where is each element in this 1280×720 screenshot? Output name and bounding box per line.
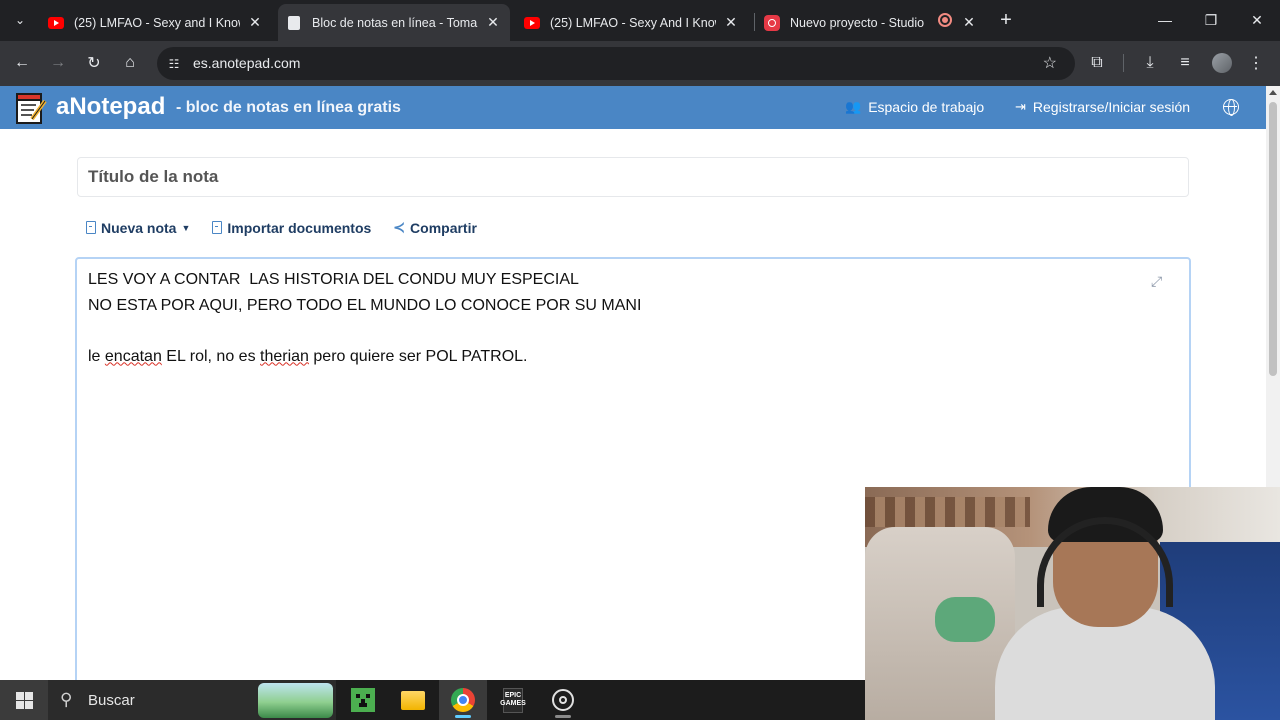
chrome-icon — [451, 688, 475, 712]
tab-youtube-1[interactable]: (25) LMFAO - Sexy and I Know I ✕ — [40, 4, 272, 41]
workspace-icon: 👥 — [845, 99, 862, 114]
search-highlight-art — [258, 683, 333, 718]
notepad-icon — [286, 15, 302, 31]
taskbar-epic-games[interactable]: EPIC GAMES — [489, 680, 537, 720]
misspelled-word: therian — [260, 347, 309, 365]
misspelled-word: encatan — [104, 347, 162, 365]
downloads-icon[interactable]: ⤓ — [1138, 51, 1162, 75]
share-label: Compartir — [410, 219, 477, 236]
windows-taskbar: ⚲ Buscar EPIC GAMES — [0, 680, 865, 720]
recording-icon — [938, 13, 952, 27]
new-note-label: Nueva nota — [101, 219, 177, 236]
menu-icon[interactable]: ⋮ — [1244, 51, 1268, 75]
site-header: aNotepad - bloc de notas en línea gratis… — [0, 86, 1266, 129]
active-indicator — [455, 715, 471, 718]
note-line: LES VOY A CONTAR LAS HISTORIA DEL CONDU … — [88, 271, 579, 288]
share-button[interactable]: ≺ Compartir — [393, 219, 477, 236]
close-window-icon[interactable]: ✕ — [1245, 8, 1269, 32]
site-info-icon[interactable]: ☷ — [165, 55, 183, 73]
login-label: Registrarse/Iniciar sesión — [1032, 99, 1191, 115]
share-icon: ≺ — [393, 219, 406, 235]
new-note-icon — [86, 221, 96, 234]
search-label: Buscar — [88, 692, 135, 709]
taskbar-minecraft[interactable] — [339, 680, 387, 720]
taskbar-obs[interactable] — [539, 680, 587, 720]
minimize-icon[interactable]: — — [1153, 8, 1177, 32]
taskbar-file-explorer[interactable] — [389, 680, 437, 720]
home-icon[interactable]: ⌂ — [118, 51, 142, 75]
windows-start-icon[interactable] — [0, 680, 48, 720]
file-explorer-icon — [401, 690, 425, 710]
workspace-label: Espacio de trabajo — [868, 99, 985, 115]
forward-icon[interactable]: → — [46, 51, 70, 75]
epic-games-icon: EPIC GAMES — [500, 687, 526, 713]
import-label: Importar documentos — [227, 219, 372, 236]
scroll-up-icon[interactable] — [1269, 90, 1277, 95]
minecraft-icon — [351, 688, 375, 712]
note-title-input[interactable] — [77, 157, 1189, 197]
site-tagline: - bloc de notas en línea gratis — [176, 99, 401, 116]
taskbar-search[interactable]: ⚲ Buscar — [48, 680, 336, 720]
obs-icon — [552, 689, 574, 711]
note-line: le encatan EL rol, no es therian pero qu… — [88, 347, 528, 365]
close-icon[interactable]: ✕ — [246, 14, 264, 32]
tab-title: (25) LMFAO - Sexy and I Know I — [74, 15, 240, 30]
url-text[interactable]: es.anotepad.com — [193, 55, 300, 71]
import-documents-button[interactable]: Importar documentos — [212, 219, 371, 236]
login-icon: ⇥ — [1015, 99, 1026, 114]
browser-tab-strip: ⌄ (25) LMFAO - Sexy and I Know I ✕ Bloc … — [0, 0, 1280, 41]
profile-avatar[interactable] — [1212, 53, 1232, 73]
search-icon: ⚲ — [60, 690, 73, 709]
tab-anotepad[interactable]: Bloc de notas en línea - Toma y ✕ — [278, 4, 510, 41]
restore-icon[interactable]: ❐ — [1199, 8, 1223, 32]
site-brand[interactable]: aNotepad — [56, 93, 165, 121]
close-icon[interactable]: ✕ — [484, 14, 502, 32]
webcam-shelf — [865, 497, 1030, 527]
expand-icon[interactable]: ⤢ — [1151, 273, 1167, 289]
note-line: NO ESTA POR AQUI, PERO TODO EL MUNDO LO … — [88, 296, 642, 314]
media-control-icon[interactable]: ≡ — [1173, 51, 1197, 75]
tab-youtube-2[interactable]: (25) LMFAO - Sexy And I Know ✕ — [516, 4, 748, 41]
back-icon[interactable]: ← — [10, 51, 34, 75]
import-icon — [212, 221, 223, 234]
note-content[interactable]: LES VOY A CONTAR LAS HISTORIA DEL CONDU … — [88, 267, 641, 369]
tab-title: Nuevo proyecto - Studio — [790, 15, 925, 30]
taskbar-chrome[interactable] — [439, 680, 487, 720]
toolbar-divider — [1123, 54, 1124, 72]
close-icon[interactable]: ✕ — [960, 14, 978, 32]
tab-search-button[interactable]: ⌄ — [8, 8, 32, 32]
workspace-link[interactable]: 👥 Espacio de trabajo — [845, 99, 984, 115]
youtube-icon — [524, 15, 540, 31]
caret-down-icon: ▼ — [181, 222, 191, 233]
youtube-icon — [48, 15, 64, 31]
studio-icon — [764, 14, 780, 31]
notepad-logo-icon[interactable] — [14, 91, 48, 125]
new-tab-button[interactable]: + — [996, 9, 1016, 31]
reload-icon[interactable]: ↻ — [82, 51, 106, 75]
bookmark-star-icon[interactable]: ☆ — [1043, 53, 1057, 73]
tab-separator — [754, 13, 755, 31]
running-indicator — [555, 715, 571, 718]
note-actions: Nueva nota ▼ Importar documentos ≺ Compa… — [86, 219, 477, 236]
tab-title: Bloc de notas en línea - Toma y — [312, 15, 478, 30]
extensions-icon[interactable]: ⧉ — [1085, 51, 1109, 75]
tab-title: (25) LMFAO - Sexy And I Know — [550, 15, 716, 30]
address-bar[interactable]: ☷ es.anotepad.com ☆ — [157, 47, 1075, 80]
webcam-bag — [935, 597, 995, 642]
webcam-overlay — [865, 487, 1280, 720]
new-note-button[interactable]: Nueva nota ▼ — [86, 219, 190, 236]
browser-toolbar: ← → ↻ ⌂ ☷ es.anotepad.com ☆ ⧉ ⤓ ≡ ⋮ — [0, 41, 1280, 86]
login-link[interactable]: ⇥ Registrarse/Iniciar sesión — [1015, 99, 1190, 115]
note-line — [88, 318, 641, 344]
language-globe-icon[interactable] — [1223, 99, 1239, 116]
scroll-thumb[interactable] — [1269, 102, 1277, 376]
close-icon[interactable]: ✕ — [722, 14, 740, 32]
